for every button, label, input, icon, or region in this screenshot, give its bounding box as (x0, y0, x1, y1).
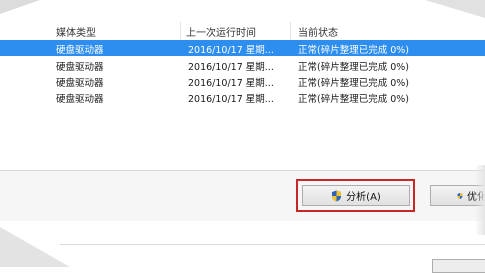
drive-list-panel: 媒体类型 上一次运行时间 当前状态 硬盘驱动器 2016/10/17 星期...… (0, 0, 485, 170)
media-type-cell: 硬盘驱动器 (56, 62, 104, 73)
analyze-button-label: 分析(A) (346, 192, 381, 203)
media-type-cell: 硬盘驱动器 (56, 45, 104, 56)
column-header-media-type[interactable]: 媒体类型 (56, 24, 96, 39)
last-run-cell: 2016/10/17 星期... (188, 62, 274, 73)
photo-fold-corner (0, 0, 40, 14)
status-cell: 正常(碎片整理已完成 0%) (298, 45, 410, 56)
analyze-button[interactable]: 分析(A) (302, 185, 410, 206)
change-settings-button[interactable] (432, 259, 485, 273)
last-run-cell: 2016/10/17 星期... (188, 94, 274, 105)
column-separator[interactable] (180, 22, 181, 40)
photo-fold-corner (425, 0, 485, 18)
table-row[interactable]: 硬盘驱动器 2016/10/17 星期... 正常(碎片整理已完成 0%) (0, 40, 485, 56)
column-header-last-run[interactable]: 上一次运行时间 (186, 24, 256, 39)
last-run-cell: 2016/10/17 星期... (188, 78, 274, 89)
uac-shield-icon (457, 192, 463, 199)
status-cell: 正常(碎片整理已完成 0%) (298, 62, 410, 73)
table-row[interactable]: 硬盘驱动器 2016/10/17 星期... 正常(碎片整理已完成 0%) (0, 57, 485, 73)
table-row[interactable]: 硬盘驱动器 2016/10/17 星期... 正常(碎片整理已完成 0%) (0, 89, 485, 105)
table-row[interactable]: 硬盘驱动器 2016/10/17 星期... 正常(碎片整理已完成 0%) (0, 73, 485, 89)
status-cell: 正常(碎片整理已完成 0%) (298, 78, 410, 89)
media-type-cell: 硬盘驱动器 (56, 94, 104, 105)
status-cell: 正常(碎片整理已完成 0%) (298, 94, 410, 105)
media-type-cell: 硬盘驱动器 (56, 78, 104, 89)
photo-fold-edge (475, 165, 485, 235)
photo-fold-corner (0, 227, 70, 267)
section-divider (60, 244, 485, 245)
column-separator[interactable] (290, 22, 291, 40)
uac-shield-icon (332, 190, 342, 201)
column-header-status[interactable]: 当前状态 (298, 24, 338, 39)
last-run-cell: 2016/10/17 星期... (188, 45, 274, 56)
